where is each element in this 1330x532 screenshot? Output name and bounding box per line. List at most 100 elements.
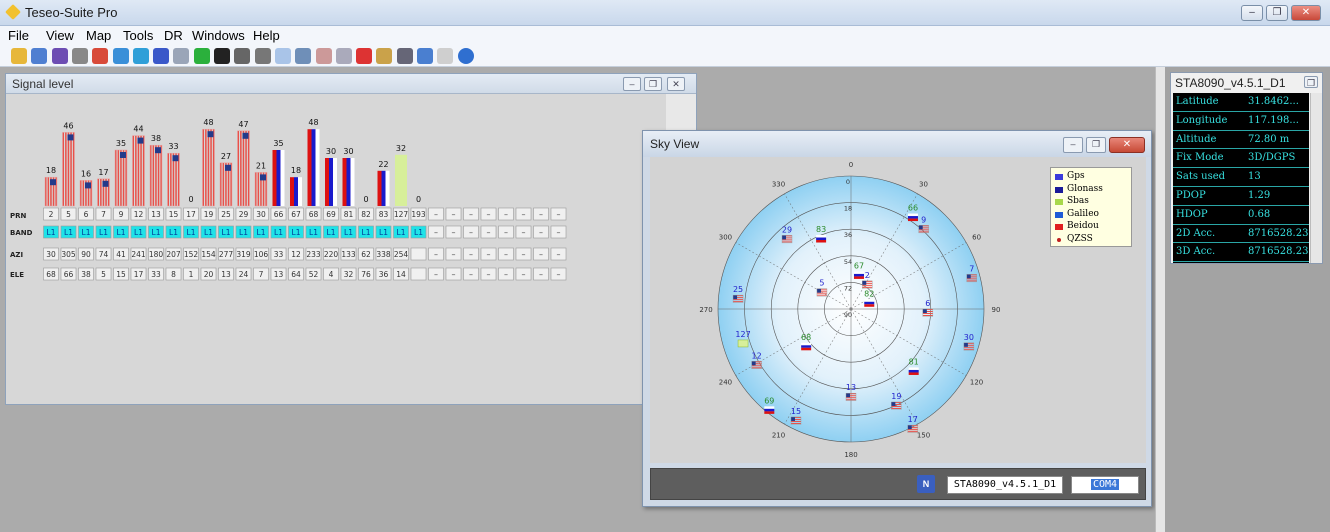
terminal-icon[interactable] [214,48,230,64]
info-restore-button[interactable]: ❐ [1304,76,1318,88]
edit-icon[interactable] [11,48,27,64]
menu-view[interactable]: View [46,28,74,43]
satellite-marker[interactable]: 19 [891,392,902,410]
disk-gray-icon[interactable] [254,48,271,64]
info-value: 31.8462... [1248,96,1299,107]
signal-value-label: 27 [221,152,231,161]
azimuth-text: 90 [81,250,91,259]
signal-bar-stripe [152,145,155,206]
minimize-button[interactable]: – [1241,5,1263,21]
restore-button[interactable]: ❐ [1266,5,1288,21]
elevation-text: 20 [204,270,214,279]
workspace-scrollbar[interactable] [1155,67,1165,532]
empty-cell-text: – [557,250,561,259]
info-scrollbar[interactable] [1310,93,1322,263]
glonass-flag-stripe [801,345,812,348]
gps-flag-icon [85,182,91,189]
legend-item-sbas: Sbas [1055,196,1127,209]
menu-tools[interactable]: Tools [123,28,153,43]
eye-icon[interactable] [51,48,68,64]
azimuth-label: 300 [719,234,732,242]
close-button[interactable]: ✕ [1291,5,1321,21]
satellite-marker[interactable]: 81 [909,357,919,375]
nmea-gray-icon[interactable] [173,48,190,64]
legend-item-galileo: Galileo [1055,209,1127,222]
info-icon[interactable] [457,48,474,64]
sky-restore-button[interactable]: ❐ [1086,137,1106,153]
sky-minimize-button[interactable]: – [1063,137,1083,153]
satellite-prn-label: 17 [908,415,918,424]
pin-icon[interactable] [92,48,109,64]
window-icon[interactable] [295,48,312,64]
signal-bar-blue [276,150,281,206]
nmea-icon[interactable] [153,48,170,64]
menu-map[interactable]: Map [86,28,111,43]
empty-cell-text: – [487,228,491,237]
signal-bar-stripe [135,135,137,206]
signal-close-button[interactable]: ✕ [667,77,685,91]
elevation-text: 8 [171,270,176,279]
signal-value-label: 46 [63,121,73,130]
signal-bar-stripe [122,150,125,206]
azimuth-text: 33 [274,250,284,259]
empty-cell-text: – [504,270,508,279]
menu-file[interactable]: File [8,28,29,43]
row-label-band: BAND [10,229,33,237]
satellite-marker[interactable]: 30 [963,333,975,351]
prn-text: 193 [411,210,426,219]
eye-gray-icon[interactable] [71,48,88,64]
prn-text: 5 [66,210,71,219]
satellite-marker[interactable]: 13 [845,383,857,401]
satellite-marker[interactable]: 25 [732,285,744,303]
prn-text: 13 [151,210,161,219]
band-text: L1 [82,228,91,237]
menu-help[interactable]: Help [253,28,280,43]
thermometer-gray-icon[interactable] [335,48,352,64]
signal-bar-stripe [212,129,215,206]
sky-close-button[interactable]: ✕ [1109,137,1145,153]
satellite-marker[interactable]: 82 [864,289,874,307]
azimuth-label: 330 [772,180,785,188]
grid-icon[interactable] [274,48,291,64]
signal-bar-group: 18 [44,166,58,207]
satellite-marker[interactable]: 83 [816,225,826,243]
empty-cell-text: – [504,210,508,219]
satellite-marker[interactable]: 12 [751,351,762,370]
signal-bar-stripe [160,145,162,206]
gps-flag-stripe [816,294,827,296]
glonass-flag-stripe [908,372,919,375]
search-icon[interactable] [31,48,48,64]
document-icon[interactable] [437,48,454,64]
satellite-marker[interactable]: 68 [801,333,811,351]
globe-icon[interactable] [132,48,149,64]
satellite-marker[interactable]: 15 [790,407,802,425]
satellite-icon[interactable] [376,48,393,64]
glonass-flag-stripe [864,301,875,305]
elevation-text: 36 [379,270,389,279]
thermometer-icon[interactable] [315,48,332,64]
menu-windows[interactable]: Windows [192,28,245,43]
play-icon[interactable] [193,48,210,64]
antenna-icon[interactable] [396,48,413,64]
gps-flag-stripe [790,422,801,424]
menu-dr[interactable]: DR [164,28,183,43]
signal-icon[interactable] [417,48,433,64]
satellite-marker[interactable]: 29 [781,225,793,244]
prn-text: 7 [101,210,106,219]
satellite-marker[interactable]: 67 [854,261,864,279]
prn-text: 83 [379,210,389,219]
chart-icon[interactable] [112,48,129,64]
disk-icon[interactable] [234,48,251,64]
satellite-marker[interactable]: 69 [764,396,774,414]
prn-text: 82 [361,210,371,219]
signal-bar-group: 30 [342,147,355,206]
satellite-marker[interactable]: 66 [908,204,918,222]
azimuth-label: 240 [719,379,732,387]
satellite-marker[interactable]: 17 [907,415,918,433]
signal-bar-stripe [157,145,160,206]
com-port-field[interactable]: COM4 [1071,476,1139,494]
thermometer-red-icon[interactable] [356,48,373,64]
nmea-logo-icon[interactable]: N [917,475,935,493]
signal-minimize-button[interactable]: – [623,77,641,91]
signal-restore-button[interactable]: ❐ [644,77,662,91]
